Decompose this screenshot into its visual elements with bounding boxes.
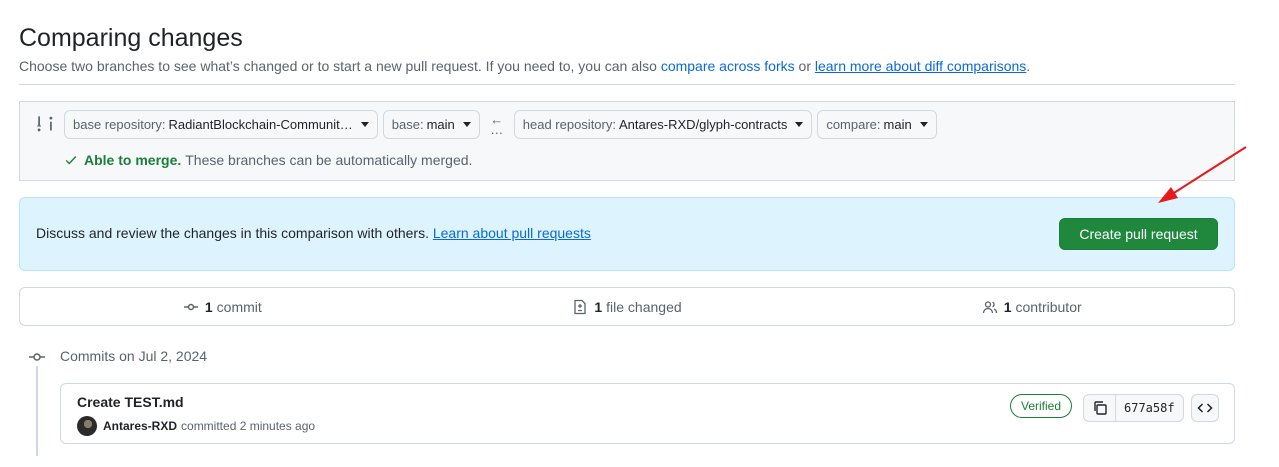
create-pull-request-button[interactable]: Create pull request [1059,218,1218,250]
commit-time: committed 2 minutes ago [181,419,316,433]
browse-repository-button[interactable] [1191,394,1219,422]
commit-sha-group: 677a58f [1083,394,1184,422]
subtitle-period: . [1026,58,1031,74]
discuss-text: Discuss and review the changes in this c… [36,225,591,241]
merge-status: Able to merge. These branches can be aut… [64,152,472,168]
discuss-banner: Discuss and review the changes in this c… [19,197,1235,271]
commit-icon [28,349,46,365]
base-repository-value: RadiantBlockchain-Communit… [168,117,353,132]
file-diff-icon [574,299,586,314]
commit-icon [183,303,198,310]
head-repository-select[interactable]: head repository: Antares-RXD/glyph-contr… [513,110,813,139]
compare-branch-value: main [883,117,912,132]
commits-date-heading: Commits on Jul 2, 2024 [60,348,208,364]
verified-badge[interactable]: Verified [1010,394,1073,418]
avatar[interactable] [77,416,97,436]
commit-list-item: Create TEST.md Antares-RXD committed 2 m… [60,383,1235,444]
head-repository-value: Antares-RXD/glyph-contracts [618,117,788,132]
arrow-left-icon: ←… [490,111,504,137]
head-repository-label: head repository: [522,117,616,132]
check-icon [65,156,77,165]
base-branch-value: main [426,117,455,132]
subtitle-text: Choose two branches to see what’s change… [19,58,657,74]
merge-status-message: These branches can be automatically merg… [185,152,473,168]
chevron-down-icon [919,122,928,127]
files-label: file changed [606,298,682,315]
contributors-label: contributor [1015,298,1082,315]
commits-label: commit [216,298,262,315]
merge-status-label: Able to merge. [84,152,182,168]
base-repository-select[interactable]: base repository: RadiantBlockchain-Commu… [64,110,378,139]
page-header: Comparing changes Choose two branches to… [19,22,1235,76]
compare-across-forks-link[interactable]: compare across forks [661,58,795,74]
contributors-tab[interactable]: 1 contributor [829,288,1234,325]
branch-selectors: base repository: RadiantBlockchain-Commu… [64,110,937,139]
comparison-summary: 1 commit 1 file changed 1 contributor [19,287,1235,326]
commit-sha-link[interactable]: 677a58f [1116,395,1183,421]
code-icon [1197,403,1213,413]
commits-tab[interactable]: 1 commit [20,288,425,325]
compare-branch-label: compare: [826,117,881,132]
divider [19,84,1235,85]
annotation-arrow [1158,146,1247,203]
files-count: 1 [594,298,603,315]
contributors-count: 1 [1003,298,1012,315]
base-branch-select[interactable]: base: main [382,110,480,139]
discuss-message: Discuss and review the changes in this c… [36,225,429,241]
compare-icon [37,116,53,132]
compare-branch-select[interactable]: compare: main [817,110,937,139]
page-title: Comparing changes [19,24,243,52]
base-branch-label: base: [391,117,424,132]
learn-pull-requests-link[interactable]: Learn about pull requests [433,225,591,241]
copy-sha-button[interactable] [1084,395,1116,421]
commits-count: 1 [204,298,213,315]
range-editor: base repository: RadiantBlockchain-Commu… [19,101,1235,181]
chevron-down-icon [360,122,369,127]
copy-icon [1093,401,1107,415]
chevron-down-icon [795,122,804,127]
commit-author-link[interactable]: Antares-RXD [103,419,177,433]
files-changed-tab[interactable]: 1 file changed [425,288,830,325]
subtitle-or: or [798,58,811,74]
timeline-line [36,366,38,456]
people-icon [982,300,997,313]
commit-title-link[interactable]: Create TEST.md [77,394,184,410]
page-subtitle: Choose two branches to see what’s change… [19,56,1235,76]
chevron-down-icon [462,122,471,127]
commit-meta: Antares-RXD committed 2 minutes ago [77,416,315,436]
learn-diff-comparisons-link[interactable]: learn more about diff comparisons [815,58,1026,74]
base-repository-label: base repository: [73,117,166,132]
